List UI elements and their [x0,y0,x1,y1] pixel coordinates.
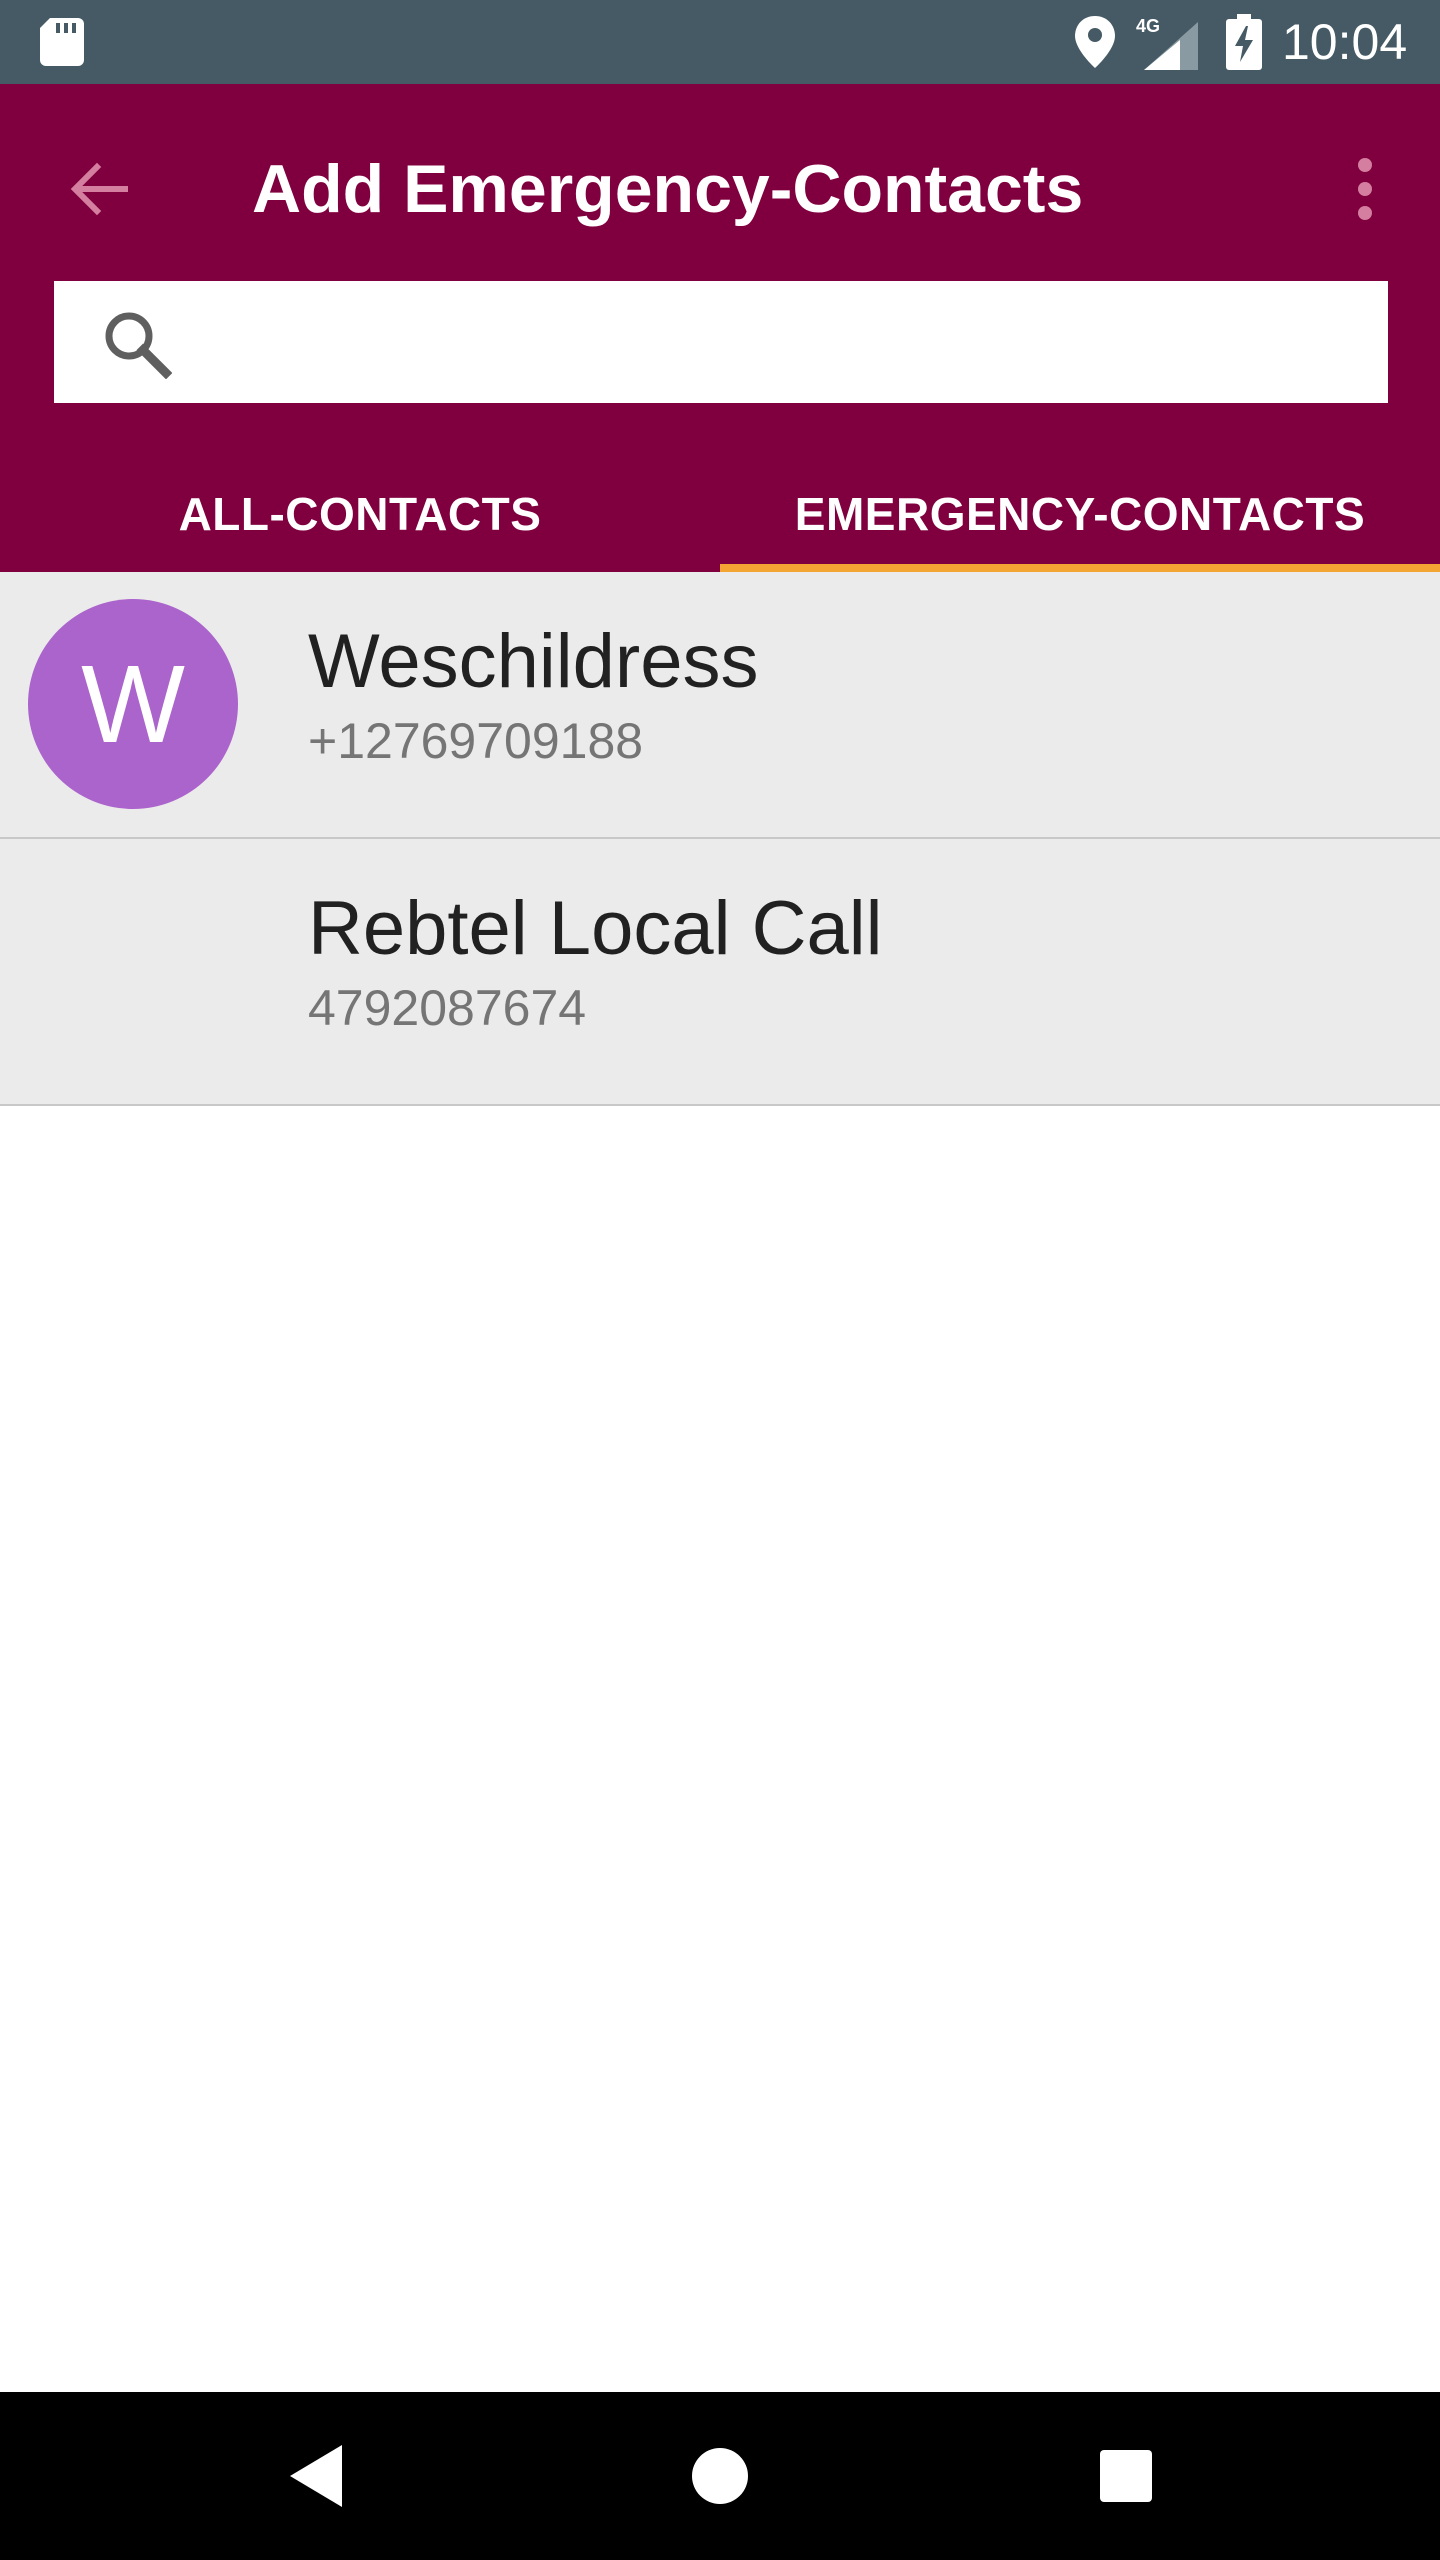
page-title: Add Emergency-Contacts [252,151,1084,227]
search-box[interactable] [54,281,1388,403]
arrow-back-icon [70,162,128,216]
status-clock: 10:04 [1282,14,1408,70]
contact-list: W Weschildress +12769709188 Rebtel Local… [0,572,1440,1106]
more-vert-icon [1358,158,1372,220]
contact-name: Rebtel Local Call [308,886,883,971]
tab-indicator [720,564,1440,572]
contact-number: +12769709188 [308,713,644,769]
nav-recents-button[interactable] [1076,2426,1176,2526]
back-button[interactable] [54,144,144,234]
status-bar: 4G 10:04 [0,0,1440,84]
contact-number: 4792087674 [308,980,587,1036]
network-type-label: 4G [1136,16,1160,36]
tab-bar: ALL-CONTACTS EMERGENCY-CONTACTS [0,456,1440,572]
search-input[interactable] [204,301,1354,383]
location-icon [1075,16,1115,68]
signal-icon: 4G [1136,16,1198,70]
overflow-menu-button[interactable] [1320,144,1410,234]
nav-recents-icon [1100,2450,1152,2502]
nav-home-icon [692,2448,748,2504]
navigation-bar [0,2392,1440,2560]
list-item[interactable]: Rebtel Local Call 4792087674 [0,839,1440,1106]
battery-charging-icon [1226,14,1262,70]
tab-emergency-contacts[interactable]: EMERGENCY-CONTACTS [720,456,1440,572]
app-bar: Add Emergency-Contacts ALL-CONTACTS EMER… [0,84,1440,572]
tab-all-contacts[interactable]: ALL-CONTACTS [0,456,720,572]
nav-home-button[interactable] [670,2426,770,2526]
nav-back-icon [290,2445,342,2507]
sd-card-icon [40,18,84,66]
search-icon [105,312,172,379]
list-item[interactable]: W Weschildress +12769709188 [0,572,1440,839]
contact-name: Weschildress [308,619,759,704]
avatar: W [28,599,238,809]
nav-back-button[interactable] [266,2426,366,2526]
